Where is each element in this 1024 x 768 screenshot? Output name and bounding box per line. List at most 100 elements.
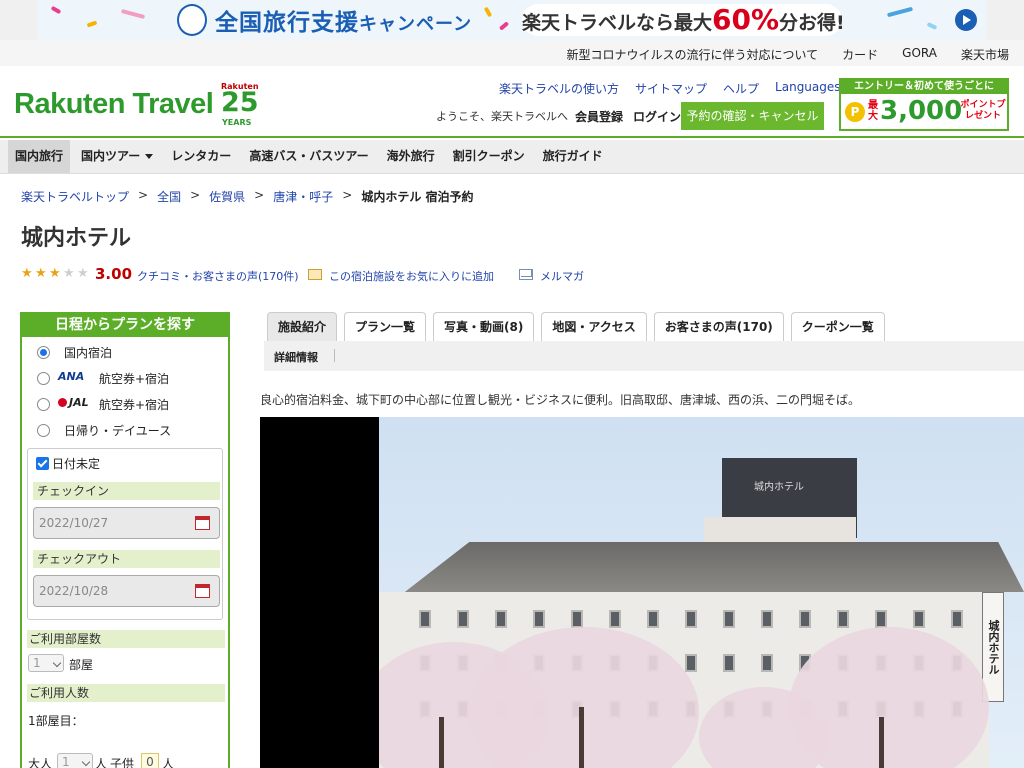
nav-highway-bus[interactable]: 高速バス・バスツアー: [242, 140, 375, 173]
window-decoration: [723, 654, 735, 672]
radio-day-use[interactable]: [37, 424, 50, 437]
star-empty-icon: ★: [77, 266, 89, 281]
window-decoration: [837, 610, 849, 628]
adult-unit: 人: [95, 757, 108, 768]
login-link[interactable]: ログイン: [633, 108, 681, 125]
favorite-folder-icon: [308, 269, 322, 280]
breadcrumb-separator: >: [138, 188, 149, 202]
entry-points-label: ポイントプレゼント: [960, 100, 1006, 121]
register-link[interactable]: 会員登録: [575, 108, 623, 125]
building-label: 城内ホテル: [754, 482, 804, 493]
nav-domestic-travel[interactable]: 国内旅行: [8, 140, 71, 173]
breadcrumb: 楽天トラベルトップ > 全国 > 佐賀県 > 唐津・呼子 > 城内ホテル 宿泊予…: [21, 188, 474, 205]
util-link-gora[interactable]: GORA: [902, 46, 937, 63]
child-label: 子供: [110, 757, 135, 768]
window-decoration: [495, 610, 507, 628]
radio-jal[interactable]: [37, 398, 50, 411]
nav-rental-car[interactable]: レンタカー: [164, 140, 238, 173]
reservation-check-button[interactable]: 予約の確認・キャンセル: [681, 102, 824, 130]
play-icon[interactable]: [955, 9, 977, 31]
rakuten-travel-logo[interactable]: Rakuten Travel: [14, 88, 214, 121]
window-decoration: [875, 610, 887, 628]
room1-label: 1部屋目：: [28, 714, 84, 728]
tab-reviews[interactable]: お客さまの声(170): [653, 312, 784, 341]
campaign-banner[interactable]: 全国旅行支援キャンペーン 楽天トラベルなら最大60%分お得!: [37, 0, 987, 40]
tree-trunk: [439, 717, 444, 768]
date-box: 日付未定 チェックイン 2022/10/27 チェックアウト 2022/10/2…: [27, 448, 223, 620]
mascot-icon: [177, 4, 207, 36]
confetti-decoration: [926, 22, 938, 30]
tab-map-access[interactable]: 地図・アクセス: [541, 312, 647, 341]
window-decoration: [761, 610, 773, 628]
rooms-unit: 部屋: [69, 658, 94, 672]
rating-score: 3.00: [95, 265, 133, 283]
radio-domestic-stay[interactable]: [37, 346, 50, 359]
date-search-panel: 日程からプランを探す 国内宿泊 ANA 航空券+宿泊 JAL 航空券+宿泊 日帰…: [20, 312, 230, 768]
sitemap-link[interactable]: サイトマップ: [635, 80, 707, 97]
point-coin-icon: P: [845, 102, 865, 122]
reviews-link[interactable]: クチコミ・お客さまの声(170件): [137, 268, 299, 284]
tab-coupons[interactable]: クーポン一覧: [790, 312, 885, 341]
adult-label: 大人: [28, 757, 53, 768]
people-label: ご利用人数: [27, 684, 225, 702]
breadcrumb-top[interactable]: 楽天トラベルトップ: [21, 188, 129, 205]
rooms-select[interactable]: 1: [28, 654, 64, 672]
tab-photos[interactable]: 写真・動画(8): [433, 312, 535, 341]
hotel-tabs: 施設紹介 プラン一覧 写真・動画(8) 地図・アクセス お客さまの声(170) …: [267, 312, 885, 341]
nav-overseas[interactable]: 海外旅行: [380, 140, 442, 173]
checkbox-checked-icon[interactable]: [36, 457, 49, 470]
banner-offer: 楽天トラベルなら最大60%分お得!: [522, 3, 845, 36]
tab-facility-info[interactable]: 施設紹介: [267, 312, 338, 341]
help-link[interactable]: ヘルプ: [723, 80, 759, 97]
welcome-text: ようこそ、楽天トラベルへ: [436, 110, 568, 123]
tab-plans[interactable]: プラン一覧: [344, 312, 427, 341]
site-header: Rakuten Travel Rakuten 25 YEARS 楽天トラベルの使…: [0, 66, 1024, 138]
confetti-decoration: [886, 6, 914, 18]
adult-select[interactable]: 1: [57, 753, 93, 768]
window-decoration: [723, 610, 735, 628]
confetti-decoration: [498, 21, 510, 31]
nav-domestic-tour[interactable]: 国内ツアー: [74, 140, 160, 173]
window-decoration: [419, 610, 431, 628]
star-empty-icon: ★: [63, 266, 75, 281]
util-link-covid[interactable]: 新型コロナウイルスの流行に伴う対応について: [567, 46, 819, 63]
entry-points-number: 3,000: [880, 96, 963, 126]
breadcrumb-saga[interactable]: 佐賀県: [209, 188, 245, 205]
child-count[interactable]: 0: [141, 753, 159, 768]
hotel-photo[interactable]: 城内ホテル 城内ホテル: [260, 417, 1024, 768]
breadcrumb-nationwide[interactable]: 全国: [157, 188, 181, 205]
util-link-card[interactable]: カード: [842, 46, 878, 63]
child-unit: 人: [162, 757, 175, 768]
calendar-icon[interactable]: [195, 584, 210, 598]
window-decoration: [457, 610, 469, 628]
breadcrumb-separator: >: [342, 188, 353, 202]
subtab-details[interactable]: 詳細情報: [274, 349, 318, 365]
nav-coupon[interactable]: 割引クーポン: [446, 140, 532, 173]
points-campaign-banner[interactable]: エントリー＆初めて使うごとに P 最大 3,000 ポイントプレゼント: [839, 78, 1009, 131]
confetti-decoration: [120, 8, 146, 20]
confetti-decoration: [50, 5, 62, 15]
window-decoration: [647, 610, 659, 628]
checkin-input[interactable]: 2022/10/27: [33, 507, 220, 539]
window-decoration: [761, 654, 773, 672]
window-decoration: [685, 654, 697, 672]
util-link-ichiba[interactable]: 楽天市場: [961, 46, 1009, 63]
nav-travel-guide[interactable]: 旅行ガイド: [536, 140, 610, 173]
breadcrumb-current: 城内ホテル 宿泊予約: [361, 190, 474, 204]
checkin-label: チェックイン: [33, 482, 220, 500]
window-decoration: [533, 610, 545, 628]
banner-headline: 全国旅行支援キャンペーン: [215, 10, 473, 36]
mail-magazine-link[interactable]: メルマガ: [540, 268, 584, 284]
hotel-photo-scene: 城内ホテル 城内ホテル: [379, 417, 1024, 768]
calendar-icon[interactable]: [195, 516, 210, 530]
window-decoration: [609, 610, 621, 628]
window-decoration: [685, 610, 697, 628]
subtab-bar: 詳細情報: [264, 341, 1024, 371]
add-favorite-link[interactable]: この宿泊施設をお気に入りに追加: [329, 268, 494, 284]
help-guide-link[interactable]: 楽天トラベルの使い方: [499, 80, 619, 97]
checkout-input[interactable]: 2022/10/28: [33, 575, 220, 607]
radio-ana[interactable]: [37, 372, 50, 385]
breadcrumb-karatsu[interactable]: 唐津・呼子: [273, 188, 333, 205]
date-undecided-checkbox[interactable]: 日付未定: [36, 455, 100, 472]
anniversary-badge: Rakuten 25 YEARS: [221, 82, 259, 128]
